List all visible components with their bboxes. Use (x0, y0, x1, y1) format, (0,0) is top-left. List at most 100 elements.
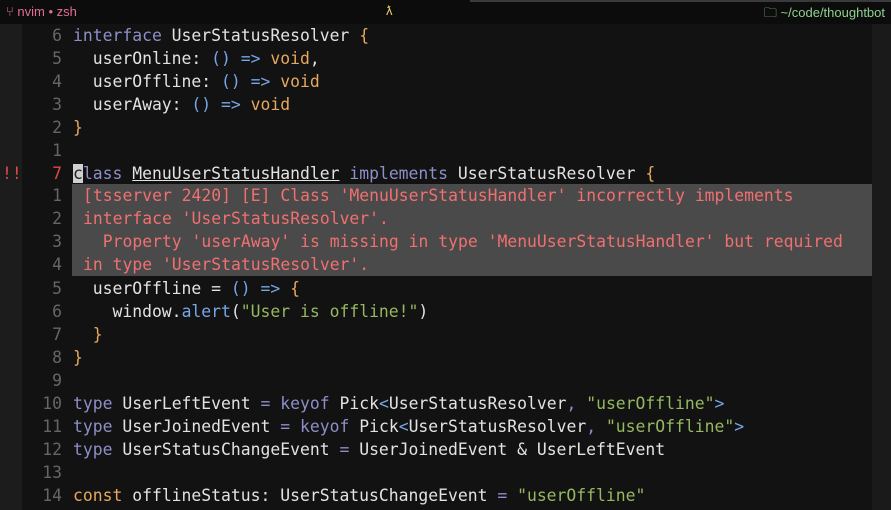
code-token: type (73, 394, 113, 413)
diagnostic-line: Property 'userAway' is missing in type '… (72, 230, 872, 253)
code-line[interactable]: 4 userOffline: () => void (0, 70, 872, 93)
line-number: 13 (42, 463, 62, 482)
line-number: 10 (42, 394, 62, 413)
code-line[interactable]: 8} (0, 346, 872, 369)
line-number: 4 (52, 72, 62, 91)
code-token: = (339, 440, 350, 459)
code-token: = (497, 486, 508, 505)
code-token: { (645, 164, 656, 183)
line-number: 5 (52, 279, 62, 298)
code-token: void (250, 95, 291, 114)
code-token: UserStatusResolver (388, 394, 567, 413)
code-line[interactable]: 12 type UserStatusChangeEvent = UserJoine… (0, 438, 872, 461)
code-token: offlineStatus: UserStatusChangeEvent (122, 486, 498, 505)
code-token: , (309, 49, 320, 68)
code-token: void (280, 72, 320, 91)
code-token: () => (191, 95, 241, 114)
code-token: < (378, 394, 389, 413)
code-token: > (714, 394, 725, 413)
code-token: UserStatusChangeEvent (112, 440, 340, 459)
code-line[interactable]: 1 (0, 139, 872, 162)
code-token: keyof (280, 394, 330, 413)
line-number: 1 (52, 186, 62, 205)
code-token: > (734, 417, 745, 436)
lambda-icon: ƛ (386, 3, 393, 18)
line-number: 12 (42, 440, 62, 459)
code-token: } (73, 325, 103, 344)
code-line[interactable]: 5 userOffline = () => { (0, 277, 872, 300)
line-text: userOnline: () => void, (73, 47, 320, 70)
code-token: UserStatusResolver (448, 164, 646, 183)
line-number: 14 (42, 486, 62, 505)
diagnostic-text: in type 'UserStatusResolver'. (83, 255, 370, 274)
code-line[interactable]: 10 type UserLeftEvent = keyof Pick<UserSt… (0, 392, 872, 415)
code-line[interactable]: 13 (0, 461, 872, 484)
code-token: , (566, 394, 577, 413)
line-number: 1 (52, 141, 62, 160)
code-line[interactable]: 7 } (0, 323, 872, 346)
code-token: () => (211, 49, 261, 68)
code-token: UserJoinedEvent & UserLeftEvent (349, 440, 666, 459)
code-token: < (398, 417, 409, 436)
line-number: 6 (52, 302, 62, 321)
code-token: alert (181, 302, 231, 321)
diagnostic-text: Property 'userAway' is missing in type '… (83, 232, 843, 251)
code-line[interactable]: 11 type UserJoinedEvent = keyof Pick<User… (0, 415, 872, 438)
diagnostic-text: [tsserver 2420] [E] Class 'MenuUserStatu… (83, 186, 794, 205)
folder-icon: 🗀 (763, 5, 781, 20)
line-text: interface UserStatusResolver { (73, 24, 369, 47)
line-text: } (73, 116, 83, 139)
diagnostic-line: interface 'UserStatusResolver'. (72, 207, 872, 230)
code-token: userOnline: (73, 49, 212, 68)
line-number: 6 (52, 26, 62, 45)
code-token: userAway: (73, 95, 192, 114)
code-token: lass (82, 164, 123, 183)
code-token: "User is offline!" (240, 302, 419, 321)
code-token: Pick (329, 394, 379, 413)
diagnostic-text: interface 'UserStatusResolver'. (83, 209, 389, 228)
code-token: = (280, 417, 291, 436)
code-token: type (73, 417, 113, 436)
line-text: type UserLeftEvent = keyof Pick<UserStat… (73, 392, 724, 415)
code-token: { (359, 26, 370, 45)
line-text: class MenuUserStatusHandler implements U… (73, 162, 655, 185)
code-line[interactable]: 2} (0, 116, 872, 139)
line-number: 9 (52, 371, 62, 390)
diagnostic-line: in type 'UserStatusResolver'. (72, 253, 872, 276)
scrollbar[interactable] (872, 24, 891, 510)
code-token: implements (349, 164, 449, 183)
code-line[interactable]: !! 7 class MenuUserStatusHandler implement… (0, 162, 872, 185)
terminal-tab[interactable]: ⑂ nvim • zsh (6, 4, 77, 19)
code-token: ) (418, 302, 429, 321)
code-token: () => (221, 72, 271, 91)
line-text: userOffline: () => void (73, 70, 320, 93)
code-token: { (290, 279, 300, 298)
code-line[interactable]: 14 const offlineStatus: UserStatusChangeE… (0, 484, 872, 507)
line-number: 8 (52, 348, 62, 367)
line-number: 4 (52, 255, 62, 274)
code-line[interactable]: 6 window.alert("User is offline!") (0, 300, 872, 323)
code-token: () => (230, 279, 281, 298)
code-token: = (260, 394, 271, 413)
code-token: UserLeftEvent (112, 394, 261, 413)
code-token: MenuUserStatusHandler (132, 164, 340, 183)
line-text: const offlineStatus: UserStatusChangeEve… (73, 484, 645, 507)
line-number: 3 (52, 232, 62, 251)
code-line[interactable]: 3 userAway: () => void (0, 93, 872, 116)
line-number: 3 (52, 95, 62, 114)
code-line[interactable]: 6 interface UserStatusResolver { (0, 24, 872, 47)
code-line[interactable]: 5 userOnline: () => void, (0, 47, 872, 70)
code-token: "userOffline" (517, 486, 646, 505)
tab-bar-divider (470, 0, 891, 2)
line-text: window.alert("User is offline!") (73, 300, 428, 323)
code-token: keyof (300, 417, 350, 436)
code-line[interactable]: 9 (0, 369, 872, 392)
code-token: "userOffline" (605, 417, 735, 436)
